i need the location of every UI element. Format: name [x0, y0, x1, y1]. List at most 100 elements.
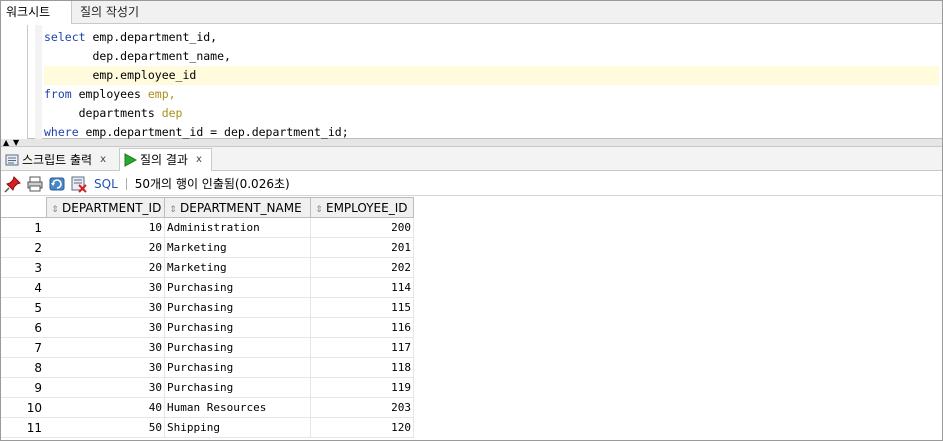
close-icon[interactable]: x [100, 149, 106, 171]
cell-department-name[interactable]: Marketing [165, 258, 311, 278]
cell-department-name[interactable]: Purchasing [165, 318, 311, 338]
cell-employee-id[interactable]: 116 [311, 318, 414, 338]
cell-department-name[interactable]: Administration [165, 218, 311, 238]
export-icon[interactable] [70, 175, 88, 193]
cell-employee-id[interactable]: 114 [311, 278, 414, 298]
column-header-employee-id[interactable]: ⇕ EMPLOYEE_ID [311, 197, 414, 218]
cell-department-name[interactable]: Marketing [165, 238, 311, 258]
tab-script-output[interactable]: 스크립트 출력 x [2, 148, 118, 171]
row-number: 3 [0, 258, 46, 278]
fold-margin [35, 25, 42, 139]
code-text: departments [44, 106, 162, 120]
tab-worksheet[interactable]: 워크시트 [0, 0, 72, 24]
sort-icon[interactable]: ⇕ [314, 200, 324, 217]
cell-department-id[interactable]: 30 [46, 338, 165, 358]
refresh-icon[interactable] [48, 175, 66, 193]
run-icon [124, 153, 137, 167]
sql-editor[interactable]: select emp.department_id, dep.department… [0, 25, 943, 139]
cell-employee-id[interactable]: 119 [311, 378, 414, 398]
result-toolbar: SQL 50개의 행이 인출됨(0.026초) [0, 172, 943, 196]
table-alias: emp, [147, 87, 176, 101]
code-text: employees [71, 87, 148, 101]
sort-icon[interactable]: ⇕ [50, 200, 60, 217]
cell-department-id[interactable]: 30 [46, 298, 165, 318]
row-number: 4 [0, 278, 46, 298]
row-number: 2 [0, 238, 46, 258]
result-tab-bar: 스크립트 출력 x 질의 결과 x [0, 147, 943, 171]
collapse-down-icon[interactable]: ▼ [13, 139, 19, 147]
script-icon [5, 154, 19, 165]
code-line[interactable]: from employees emp, [44, 85, 176, 104]
table-row[interactable]: 3 20 Marketing 202 [0, 258, 414, 278]
cell-employee-id[interactable]: 120 [311, 418, 414, 438]
sql-button[interactable]: SQL [94, 177, 118, 191]
cell-department-name[interactable]: Purchasing [165, 358, 311, 378]
table-row[interactable]: 11 50 Shipping 120 [0, 418, 414, 438]
code-line[interactable]: dep.department_name, [44, 47, 230, 66]
cell-employee-id[interactable]: 203 [311, 398, 414, 418]
cell-department-id[interactable]: 30 [46, 278, 165, 298]
cell-employee-id[interactable]: 201 [311, 238, 414, 258]
cell-employee-id[interactable]: 202 [311, 258, 414, 278]
line-gutter [0, 25, 28, 139]
code-line[interactable]: select emp.department_id, [44, 28, 217, 47]
toolbar-divider [125, 177, 127, 190]
table-row[interactable]: 8 30 Purchasing 118 [0, 358, 414, 378]
column-header-department-id[interactable]: ⇕ DEPARTMENT_ID [46, 197, 165, 218]
tab-query-result-label: 질의 결과 [140, 153, 188, 167]
cell-department-name[interactable]: Shipping [165, 418, 311, 438]
cell-department-id[interactable]: 30 [46, 358, 165, 378]
table-row[interactable]: 4 30 Purchasing 114 [0, 278, 414, 298]
close-icon[interactable]: x [196, 149, 202, 171]
code-line[interactable]: departments dep [44, 104, 183, 123]
cell-department-id[interactable]: 30 [46, 378, 165, 398]
column-header-department-name[interactable]: ⇕ DEPARTMENT_NAME [165, 197, 311, 218]
table-alias: dep [161, 106, 183, 120]
cell-employee-id[interactable]: 117 [311, 338, 414, 358]
sort-icon[interactable]: ⇕ [168, 200, 178, 217]
table-row[interactable]: 1 10 Administration 200 [0, 218, 414, 238]
table-row[interactable]: 6 30 Purchasing 116 [0, 318, 414, 338]
row-number: 8 [0, 358, 46, 378]
fetch-status: 50개의 행이 인출됨(0.026초) [134, 177, 290, 191]
tab-query-builder[interactable]: 질의 작성기 [74, 0, 145, 24]
cell-department-name[interactable]: Purchasing [165, 298, 311, 318]
pin-icon[interactable] [4, 175, 22, 193]
table-row[interactable]: 5 30 Purchasing 115 [0, 298, 414, 318]
row-number: 7 [0, 338, 46, 358]
code-text: emp.department_id = dep.department_id; [78, 125, 349, 139]
cell-department-name[interactable]: Purchasing [165, 378, 311, 398]
cell-department-id[interactable]: 30 [46, 318, 165, 338]
tab-query-result[interactable]: 질의 결과 x [119, 148, 212, 171]
cell-employee-id[interactable]: 200 [311, 218, 414, 238]
column-header-label: DEPARTMENT_NAME [180, 201, 302, 215]
cell-department-id[interactable]: 20 [46, 258, 165, 278]
table-row[interactable]: 9 30 Purchasing 119 [0, 378, 414, 398]
tab-query-builder-label: 질의 작성기 [80, 5, 140, 19]
cell-employee-id[interactable]: 115 [311, 298, 414, 318]
table-row[interactable]: 2 20 Marketing 201 [0, 238, 414, 258]
cell-department-id[interactable]: 10 [46, 218, 165, 238]
row-number: 5 [0, 298, 46, 318]
editor-tab-bar: 워크시트 질의 작성기 [0, 0, 943, 24]
cell-employee-id[interactable]: 118 [311, 358, 414, 378]
cell-department-name[interactable]: Purchasing [165, 338, 311, 358]
table-row[interactable]: 10 40 Human Resources 203 [0, 398, 414, 418]
cell-department-id[interactable]: 20 [46, 238, 165, 258]
cell-department-name[interactable]: Purchasing [165, 278, 311, 298]
table-row[interactable]: 7 30 Purchasing 117 [0, 338, 414, 358]
sql-keyword: select [44, 30, 86, 44]
sql-keyword: from [44, 87, 72, 101]
tab-script-output-label: 스크립트 출력 [22, 152, 93, 167]
cell-department-id[interactable]: 40 [46, 398, 165, 418]
collapse-up-icon[interactable]: ▲ [3, 139, 9, 147]
row-number: 1 [0, 218, 46, 238]
result-grid: ⇕ DEPARTMENT_ID ⇕ DEPARTMENT_NAME ⇕ EMPLOYE… [0, 197, 943, 441]
cell-department-id[interactable]: 50 [46, 418, 165, 438]
sql-keyword: where [44, 125, 79, 139]
cell-department-name[interactable]: Human Resources [165, 398, 311, 418]
row-number: 9 [0, 378, 46, 398]
print-icon[interactable] [26, 175, 44, 193]
pane-splitter[interactable]: ▲ ▼ [0, 139, 943, 147]
code-line[interactable]: emp.employee_id [44, 66, 939, 85]
